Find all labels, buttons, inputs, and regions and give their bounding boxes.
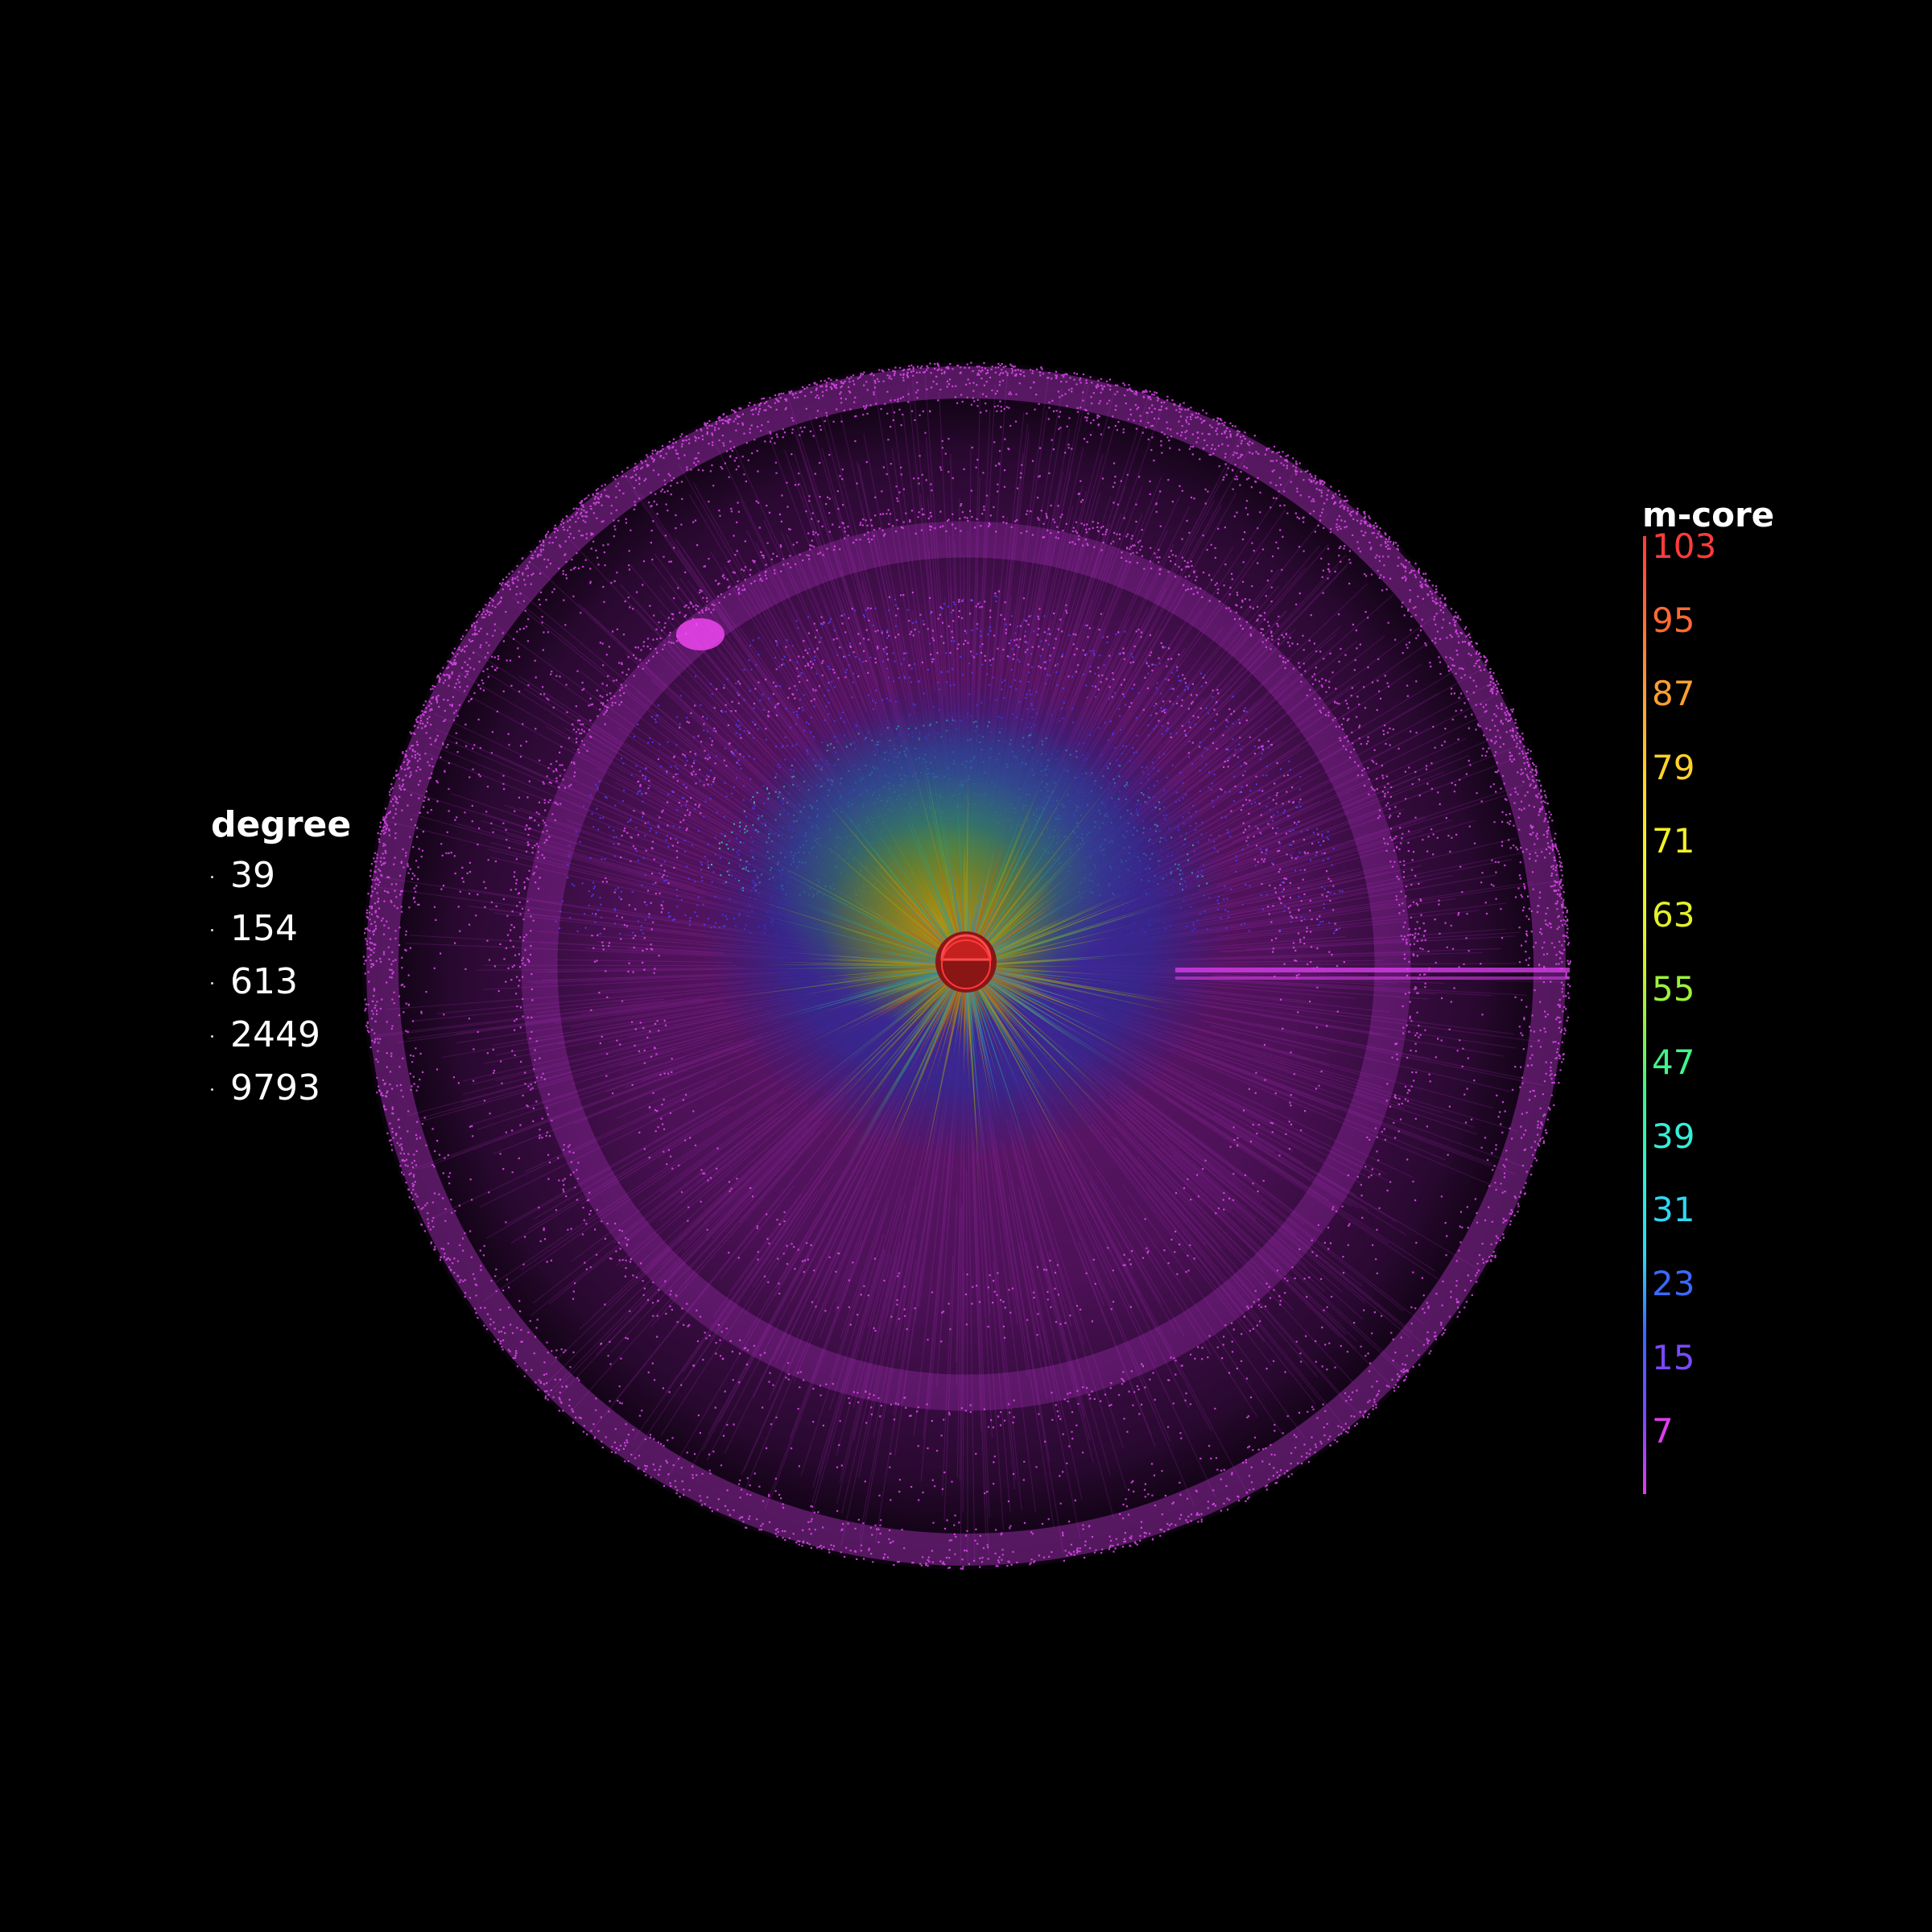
mcore-level-label: 23 bbox=[1652, 1264, 1695, 1303]
innermost-core bbox=[935, 931, 997, 993]
mcore-level-label: 103 bbox=[1652, 526, 1717, 566]
degree-legend-label: 2449 bbox=[230, 1014, 320, 1055]
degree-legend-item: 154 bbox=[211, 902, 420, 956]
mcore-level-label: 95 bbox=[1652, 600, 1695, 640]
degree-dot bbox=[211, 982, 213, 985]
mcore-level-label: 87 bbox=[1652, 674, 1695, 714]
mcore-level-label: 15 bbox=[1652, 1337, 1695, 1377]
degree-legend: degree 39 154 613 2449 9793 bbox=[211, 801, 420, 1115]
mcore-level-label: 31 bbox=[1652, 1190, 1695, 1230]
degree-legend-label: 9793 bbox=[230, 1067, 320, 1108]
mcore-level-label: 47 bbox=[1652, 1042, 1695, 1083]
mcore-level-label: 55 bbox=[1652, 968, 1695, 1009]
degree-legend-item: 2449 bbox=[211, 1009, 420, 1062]
degree-dot bbox=[211, 1088, 213, 1091]
degree-legend-item: 613 bbox=[211, 956, 420, 1009]
mcore-level-label: 79 bbox=[1652, 747, 1695, 787]
bright-cluster bbox=[676, 618, 724, 650]
degree-legend-label: 39 bbox=[230, 855, 275, 896]
degree-legend-label: 613 bbox=[230, 961, 298, 1002]
mcore-level-label: 7 bbox=[1652, 1411, 1674, 1451]
mcore-level-label: 71 bbox=[1652, 821, 1695, 861]
mcore-legend: m-core 103 95 87 79 71 63 55 47 39 31 23 15 7 bbox=[1642, 493, 1852, 1494]
mcore-color-bar bbox=[1643, 536, 1646, 1494]
degree-dot bbox=[211, 1035, 213, 1038]
degree-legend-label: 154 bbox=[230, 908, 298, 949]
degree-legend-item: 39 bbox=[211, 849, 420, 902]
mcore-level-label: 63 bbox=[1652, 895, 1695, 935]
degree-dot bbox=[211, 876, 213, 878]
degree-legend-item: 9793 bbox=[211, 1062, 420, 1115]
degree-legend-title: degree bbox=[211, 804, 352, 845]
degree-dot bbox=[211, 929, 213, 931]
mcore-level-label: 39 bbox=[1652, 1116, 1695, 1156]
